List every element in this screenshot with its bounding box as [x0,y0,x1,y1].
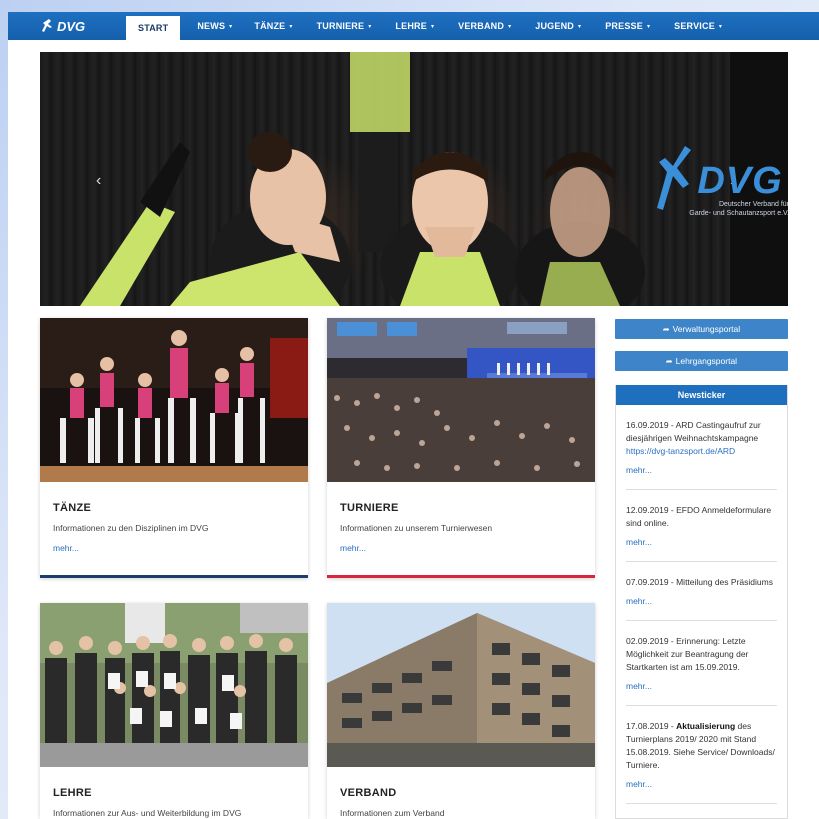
news-link[interactable]: https://dvg-tanzsport.de/ARD [626,445,777,458]
nav-taenze[interactable]: TÄNZE ▾ [245,12,301,40]
hero-carousel[interactable]: ‹ › DVG Deutscher Verband für Garde- und… [40,52,788,306]
card-accent-bar [40,575,308,578]
chevron-down-icon: ▾ [508,23,512,30]
nav-service[interactable]: SERVICE ▾ [665,12,731,40]
dancer-logo-icon [42,19,52,32]
chevron-down-icon: ▾ [289,23,293,30]
card-description: Informationen zur Aus- und Weiterbildung… [53,808,242,818]
share-arrow-icon: ➦ [662,324,670,334]
news-text-bold: Aktualisierung [676,721,736,731]
nav-presse[interactable]: PRESSE ▾ [596,12,659,40]
card-lehre[interactable]: LEHRE Informationen zur Aus- und Weiterb… [40,603,308,819]
carousel-dvg-logo: DVG Deutscher Verband für Garde- und Sch… [655,146,788,218]
card-title: LEHRE [53,787,92,799]
taenze-photo [40,318,308,482]
card-taenze-image [40,318,308,482]
news-text: 16.09.2019 - ARD Castingaufruf zur diesj… [626,420,761,443]
news-item: 12.09.2019 - EFDO Anmeldeformulare sind … [626,490,777,562]
news-item: 02.09.2019 - Erinnerung: Letzte Möglichk… [626,621,777,706]
nav-lehre[interactable]: LEHRE ▾ [386,12,443,40]
turniere-photo [327,318,595,482]
verwaltungsportal-label: Verwaltungsportal [672,324,741,334]
chevron-down-icon: ▾ [368,23,372,30]
card-description: Informationen zum Verband [340,808,445,818]
lehre-photo [40,603,308,767]
card-more-link[interactable]: mehr... [53,543,79,553]
card-turniere[interactable]: TURNIERE Informationen zu unserem Turnie… [327,318,595,578]
nav-start-label: START [138,23,169,33]
news-text: 02.09.2019 - Erinnerung: Letzte Möglichk… [626,636,749,672]
news-text: 17.08.2019 - Aktualisierung des Turnierp… [626,720,777,772]
nav-lehre-label: LEHRE [395,21,427,31]
card-accent-bar [327,575,595,578]
card-more-link[interactable]: mehr... [340,543,366,553]
card-verband[interactable]: VERBAND Informationen zum Verband [327,603,595,819]
nav-start[interactable]: START [126,16,181,40]
carousel-prev-button[interactable]: ‹ [96,172,101,190]
news-text: 12.09.2019 - EFDO Anmeldeformulare sind … [626,505,772,528]
nav-jugend[interactable]: JUGEND ▾ [526,12,590,40]
nav-taenze-label: TÄNZE [254,21,286,31]
news-text-pre: 17.08.2019 - [626,721,677,731]
card-title: VERBAND [340,787,397,799]
card-turniere-image [327,318,595,482]
lehrgangsportal-label: Lehrgangsportal [675,356,738,366]
chevron-down-icon: ▾ [578,23,582,30]
chevron-down-icon: ▾ [430,23,435,30]
news-more-link[interactable]: mehr... [626,596,777,620]
news-text: 07.09.2019 - Mitteilung des Präsidiums [626,577,773,587]
share-arrow-icon: ➦ [665,356,673,366]
main-navbar: DVG START NEWS ▾ TÄNZE ▾ TURNIERE ▾ LEHRE ▾ … [8,12,819,40]
card-verband-image [327,603,595,767]
card-lehre-image [40,603,308,767]
lehrgangsportal-button[interactable]: ➦ Lehrgangsportal [615,351,788,371]
nav-jugend-label: JUGEND [535,21,574,31]
nav-turniere-label: TURNIERE [316,21,365,31]
newsticker-title: Newsticker [616,385,787,405]
nav-turniere[interactable]: TURNIERE ▾ [308,12,381,40]
news-item: 16.09.2019 - ARD Castingaufruf zur diesj… [626,405,777,490]
nav-news[interactable]: NEWS ▾ [188,12,241,40]
chevron-down-icon: ▾ [229,23,233,30]
card-title: TURNIERE [340,502,399,514]
nav-service-label: SERVICE [674,21,715,31]
verwaltungsportal-button[interactable]: ➦ Verwaltungsportal [615,319,788,339]
chevron-down-icon: ▾ [718,23,723,30]
news-more-link[interactable]: mehr... [626,779,777,803]
card-taenze[interactable]: TÄNZE Informationen zu den Disziplinen i… [40,318,308,578]
verband-photo [327,603,595,767]
news-more-link[interactable]: mehr... [626,537,777,561]
card-description: Informationen zu den Disziplinen im DVG [53,523,209,533]
news-more-link[interactable]: mehr... [626,465,777,489]
card-description: Informationen zu unserem Turnierwesen [340,523,493,533]
logo-text: DVG [57,18,86,34]
newsticker-panel: Newsticker 16.09.2019 - ARD Castingaufru… [615,385,788,819]
nav-verband-label: VERBAND [458,21,505,31]
news-more-link[interactable]: mehr... [626,681,777,705]
dancer-silhouette-icon [657,146,691,210]
card-title: TÄNZE [53,502,92,514]
carousel-logo-text: DVG [697,160,783,202]
nav-presse-label: PRESSE [605,21,643,31]
news-item: 17.08.2019 - Aktualisierung des Turnierp… [626,706,777,804]
news-item: 07.09.2019 - Mitteilung des Präsidiums m… [626,562,777,621]
site-logo[interactable]: DVG [8,12,116,40]
nav-news-label: NEWS [197,21,226,31]
nav-verband[interactable]: VERBAND ▾ [449,12,520,40]
chevron-down-icon: ▾ [646,23,651,30]
